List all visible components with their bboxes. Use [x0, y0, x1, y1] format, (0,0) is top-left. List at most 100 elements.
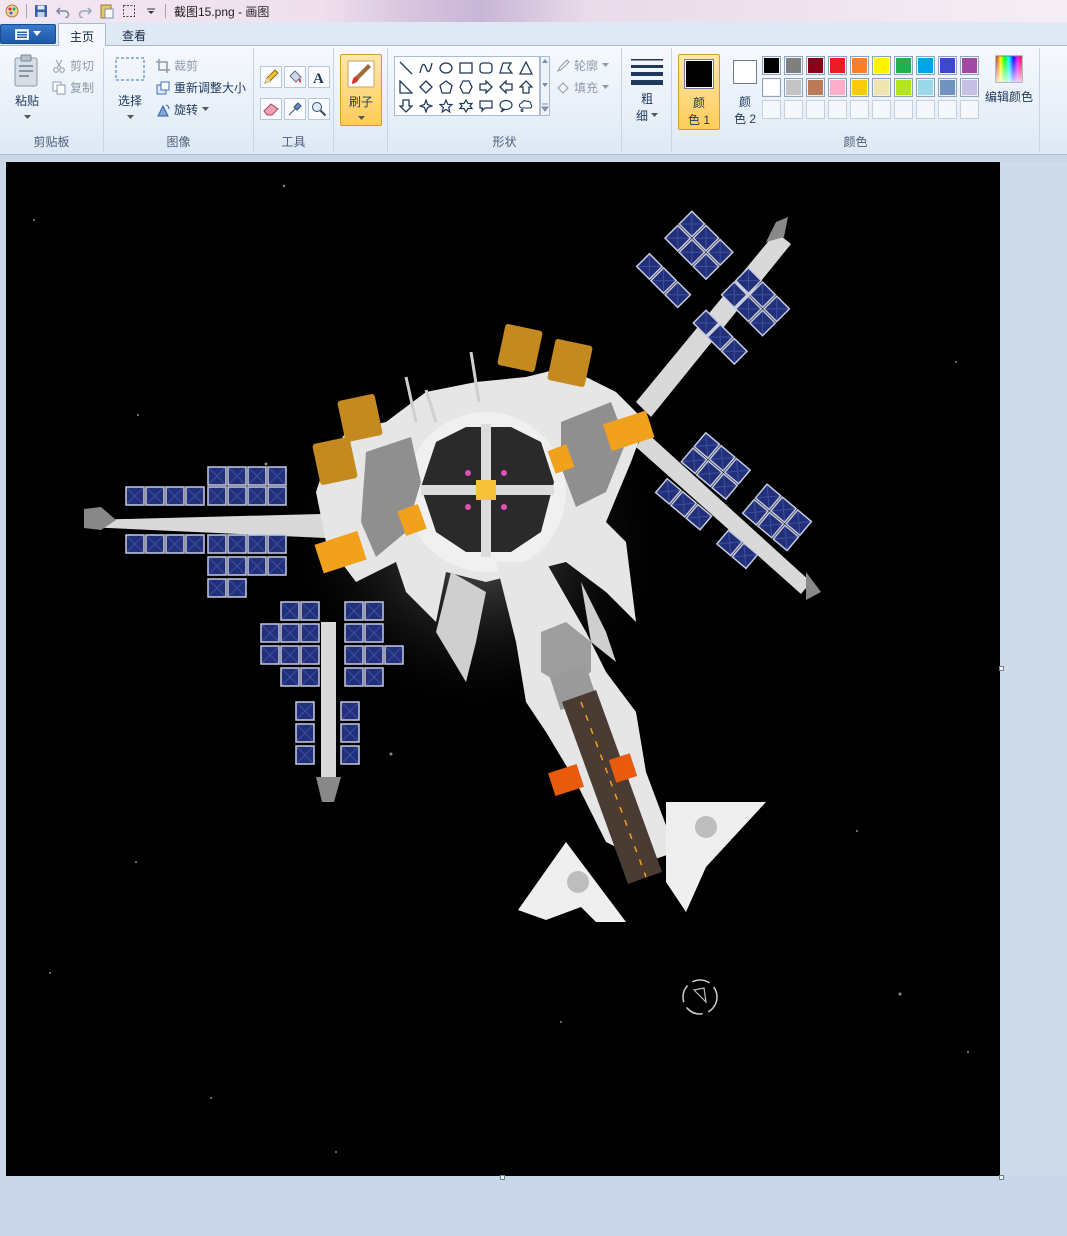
magnifier-tool[interactable] — [308, 98, 330, 120]
palette-swatch[interactable] — [872, 78, 891, 97]
rotate-button[interactable]: 旋转 — [156, 101, 210, 118]
palette-swatch-color — [830, 58, 845, 73]
group-label-tools: 工具 — [281, 135, 306, 149]
size-button[interactable]: 粗 细 — [626, 56, 668, 124]
chevron-down-icon — [202, 107, 210, 111]
polygon-shape[interactable] — [497, 59, 515, 77]
title-bar: 截图15.png - 画图 — [0, 0, 1067, 22]
line-shape[interactable] — [397, 59, 415, 77]
rectangle-shape[interactable] — [457, 59, 475, 77]
canvas-resize-handle-bottom[interactable] — [500, 1175, 505, 1180]
custom-color-slot[interactable] — [894, 100, 913, 119]
redo-icon[interactable] — [77, 3, 93, 19]
select-button[interactable]: 选择 — [112, 54, 148, 120]
color-picker-tool[interactable] — [284, 98, 306, 120]
chevron-down-icon — [126, 115, 134, 119]
outline-button[interactable]: 轮廓 — [556, 57, 610, 74]
rounded-rectangle-shape[interactable] — [477, 59, 495, 77]
drawing-canvas[interactable] — [6, 162, 1000, 1176]
palette-swatch-color — [896, 58, 911, 73]
brushes-button[interactable]: 刷子 — [340, 54, 382, 126]
cut-button[interactable]: 剪切 — [52, 57, 94, 74]
pentagon-shape[interactable] — [437, 78, 455, 96]
edit-colors-button[interactable]: 编辑颜色 — [982, 54, 1036, 105]
fill-button[interactable]: 填充 — [556, 79, 610, 96]
pencil-tool[interactable] — [260, 66, 282, 88]
tab-view[interactable]: 查看 — [111, 23, 157, 46]
oval-callout-shape[interactable] — [497, 97, 515, 115]
left-arrow-shape[interactable] — [497, 78, 515, 96]
palette-swatch[interactable] — [828, 56, 847, 75]
custom-color-slot[interactable] — [806, 100, 825, 119]
tab-home[interactable]: 主页 — [58, 23, 107, 47]
fill-tool[interactable] — [284, 66, 306, 88]
group-image: 选择 裁剪 重新调整大小 旋转 图像 — [104, 48, 254, 152]
custom-color-slot[interactable] — [916, 100, 935, 119]
shapes-gallery-scrollbar[interactable] — [540, 56, 550, 116]
brush-icon — [347, 60, 375, 88]
custom-color-slot[interactable] — [784, 100, 803, 119]
four-point-star-shape[interactable] — [417, 97, 435, 115]
diamond-shape[interactable] — [417, 78, 435, 96]
eraser-tool[interactable] — [260, 98, 282, 120]
resize-button[interactable]: 重新调整大小 — [156, 79, 246, 96]
right-arrow-shape[interactable] — [477, 78, 495, 96]
up-arrow-shape[interactable] — [517, 78, 535, 96]
rect-callout-shape[interactable] — [477, 97, 495, 115]
palette-swatch[interactable] — [960, 56, 979, 75]
right-triangle-shape[interactable] — [397, 78, 415, 96]
palette-swatch[interactable] — [916, 78, 935, 97]
save-icon[interactable] — [33, 3, 49, 19]
line-thickness-icon — [631, 59, 663, 85]
palette-swatch[interactable] — [938, 56, 957, 75]
custom-color-slot[interactable] — [938, 100, 957, 119]
palette-swatch[interactable] — [894, 56, 913, 75]
palette-swatch[interactable] — [916, 56, 935, 75]
down-arrow-shape[interactable] — [397, 97, 415, 115]
custom-color-slot[interactable] — [850, 100, 869, 119]
triangle-shape[interactable] — [517, 59, 535, 77]
palette-swatch[interactable] — [806, 78, 825, 97]
oval-shape[interactable] — [437, 59, 455, 77]
palette-swatch[interactable] — [762, 78, 781, 97]
canvas-resize-handle-corner[interactable] — [999, 1175, 1004, 1180]
copy-label: 复制 — [70, 81, 95, 95]
palette-swatch[interactable] — [938, 78, 957, 97]
color2-button[interactable]: 颜 色 2 — [724, 54, 766, 130]
magnifier-icon — [312, 102, 327, 117]
custom-color-slot[interactable] — [960, 100, 979, 119]
palette-swatch[interactable] — [872, 56, 891, 75]
select-icon[interactable] — [121, 3, 137, 19]
palette-swatch[interactable] — [850, 78, 869, 97]
palette-swatch[interactable] — [762, 56, 781, 75]
rounded-rectangle-icon — [479, 62, 493, 74]
text-tool[interactable]: A — [308, 66, 330, 88]
undo-icon[interactable] — [55, 3, 71, 19]
paste-icon — [14, 54, 38, 87]
palette-swatch[interactable] — [784, 56, 803, 75]
paint-app-icon[interactable] — [4, 3, 20, 19]
six-point-star-shape[interactable] — [457, 97, 475, 115]
palette-swatch[interactable] — [784, 78, 803, 97]
paste-button[interactable]: 粘贴 — [8, 54, 46, 120]
paste-icon[interactable] — [99, 3, 115, 19]
hexagon-shape[interactable] — [457, 78, 475, 96]
custom-color-slot[interactable] — [872, 100, 891, 119]
palette-swatch[interactable] — [828, 78, 847, 97]
palette-swatch[interactable] — [806, 56, 825, 75]
palette-swatch[interactable] — [850, 56, 869, 75]
custom-color-slot[interactable] — [762, 100, 781, 119]
fill-label: 填充 — [574, 81, 599, 95]
palette-swatch[interactable] — [894, 78, 913, 97]
crop-button[interactable]: 裁剪 — [156, 57, 198, 74]
cloud-callout-shape[interactable] — [517, 97, 535, 115]
palette-swatch[interactable] — [960, 78, 979, 97]
copy-button[interactable]: 复制 — [52, 79, 94, 96]
application-menu-button[interactable] — [0, 24, 56, 44]
customize-dropdown-icon[interactable] — [143, 3, 159, 19]
color1-button[interactable]: 颜 色 1 — [678, 54, 720, 130]
five-point-star-shape[interactable] — [437, 97, 455, 115]
curve-shape[interactable] — [417, 59, 435, 77]
custom-color-slot[interactable] — [828, 100, 847, 119]
canvas-resize-handle-right[interactable] — [999, 666, 1004, 671]
